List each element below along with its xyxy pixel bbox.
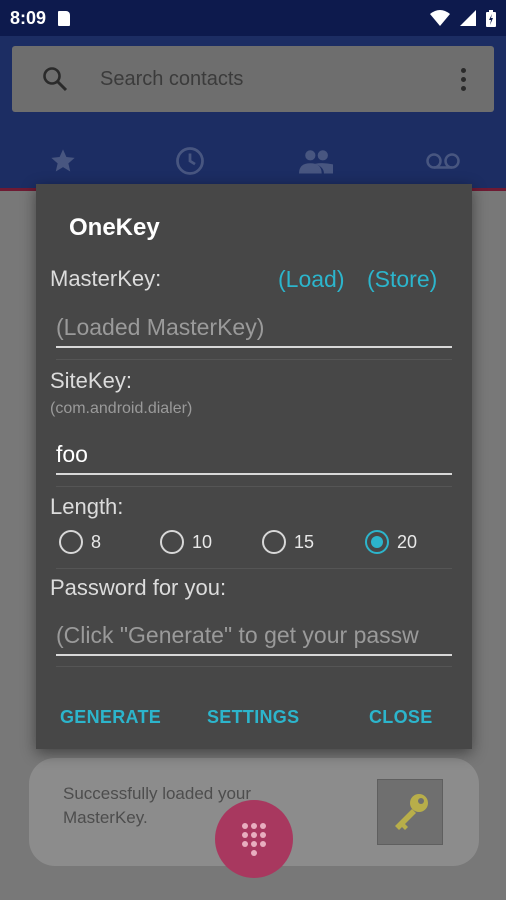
masterkey-label: MasterKey: [50,266,162,291]
tab-recents[interactable] [160,146,220,176]
load-link[interactable]: (Load) [278,266,344,293]
search-icon[interactable] [42,66,68,92]
star-icon [51,149,75,172]
length-radio-15[interactable]: 15 [262,530,314,554]
password-field[interactable]: (Click "Generate" to get your passw [56,622,452,656]
overflow-menu-icon[interactable] [461,67,466,91]
people-icon [299,150,334,174]
divider [56,568,452,569]
clock-icon [175,147,204,175]
onekey-dialog: OneKey MasterKey: (Load) (Store) (Loaded… [36,184,472,749]
battery-icon [486,9,496,27]
sitekey-label: SiteKey: [50,368,132,393]
search-bar[interactable]: Search contacts [12,46,494,112]
store-link[interactable]: (Store) [367,266,437,293]
tab-bar [0,136,506,186]
sitekey-field[interactable]: foo [56,441,452,475]
settings-button[interactable]: SETTINGS [207,707,299,728]
status-bar: 8:09 [0,0,506,36]
key-button[interactable] [377,779,443,845]
status-time: 8:09 [10,7,47,28]
app-bar: Search contacts [0,36,506,190]
signal-icon [460,10,476,26]
length-radio-10[interactable]: 10 [160,530,212,554]
sitekey-hint: (com.android.dialer) [50,400,193,417]
close-button[interactable]: CLOSE [369,707,433,728]
length-radio-8[interactable]: 8 [59,530,101,554]
divider [56,486,452,487]
divider [56,666,452,667]
voicemail-icon [426,153,460,169]
dialpad-fab[interactable] [215,800,293,878]
search-input[interactable]: Search contacts [100,68,243,91]
divider [56,359,452,360]
tab-favorites[interactable] [33,147,93,175]
generate-button[interactable]: GENERATE [60,707,161,728]
dialpad-icon [242,823,266,856]
dialog-title: OneKey [69,214,160,241]
tab-voicemail[interactable] [413,151,473,171]
sd-card-icon [58,10,71,26]
length-label: Length: [50,494,124,519]
password-label: Password for you: [50,575,227,600]
tab-contacts[interactable] [286,148,346,174]
key-icon [395,794,428,830]
masterkey-field[interactable]: (Loaded MasterKey) [56,314,452,348]
length-radio-20[interactable]: 20 [365,530,417,554]
wifi-icon [430,10,450,26]
